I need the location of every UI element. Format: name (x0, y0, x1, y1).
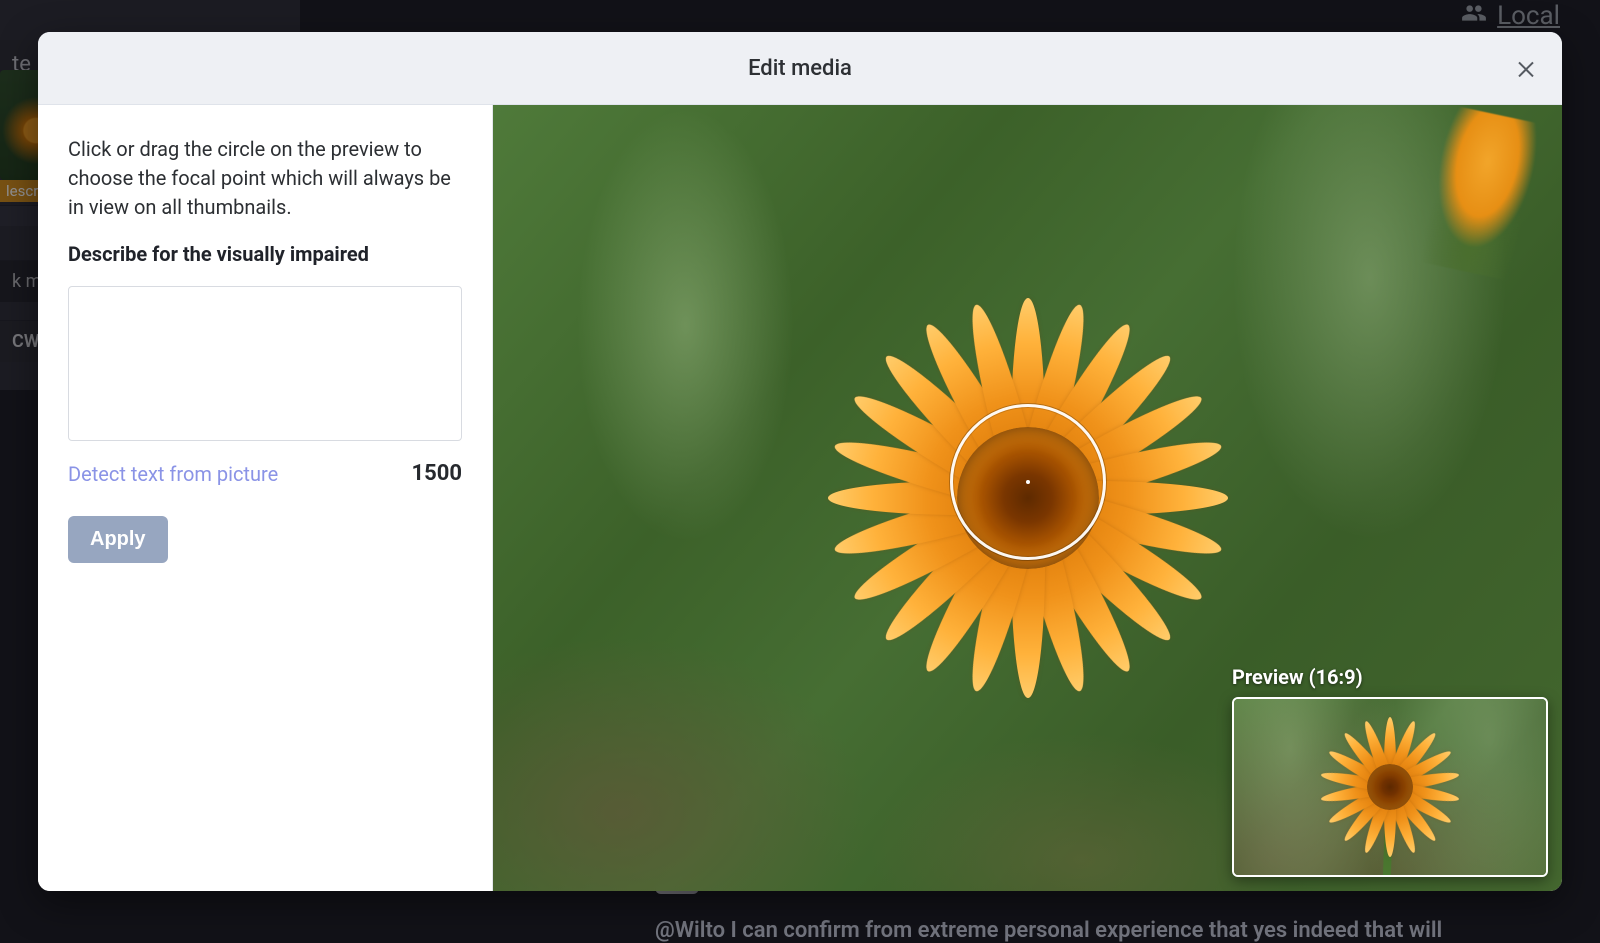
close-icon (1514, 56, 1538, 80)
modal-body: Click or drag the circle on the preview … (38, 105, 1562, 891)
description-input[interactable] (68, 286, 462, 441)
thumbnail-preview-box (1232, 697, 1548, 877)
apply-button[interactable]: Apply (68, 516, 168, 563)
thumbnail-preview-label: Preview (16:9) (1232, 665, 1544, 689)
media-preview-area[interactable]: Preview (16:9) (493, 105, 1562, 891)
edit-panel-left: Click or drag the circle on the preview … (38, 105, 493, 891)
char-remaining: 1500 (412, 461, 463, 486)
below-field-row: Detect text from picture 1500 (68, 461, 462, 486)
modal-header: Edit media (38, 32, 1562, 105)
focal-point-handle[interactable] (950, 404, 1106, 560)
describe-label: Describe for the visually impaired (68, 242, 462, 266)
close-button[interactable] (1514, 56, 1538, 80)
detect-text-link[interactable]: Detect text from picture (68, 462, 278, 486)
thumbnail-preview: Preview (16:9) (1232, 665, 1544, 877)
edit-media-modal: Edit media Click or drag the circle on t… (38, 32, 1562, 891)
focal-instruction: Click or drag the circle on the preview … (68, 135, 462, 222)
modal-title: Edit media (748, 56, 852, 81)
